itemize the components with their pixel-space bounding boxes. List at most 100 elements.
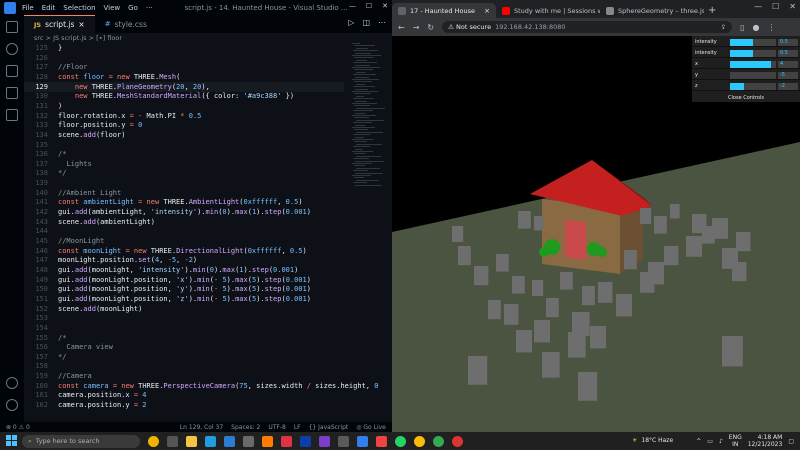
account-icon[interactable] bbox=[6, 377, 18, 389]
gui-slider[interactable] bbox=[730, 71, 776, 79]
code-line[interactable]: 136 /* bbox=[24, 149, 344, 159]
code-line[interactable]: 151 gui.add(moonLight.position, 'z').min(… bbox=[24, 294, 344, 304]
language-indicator[interactable]: ENG IN bbox=[729, 434, 742, 448]
store-icon[interactable] bbox=[243, 435, 254, 447]
gui-number-input[interactable]: -2 bbox=[778, 82, 798, 90]
minimize-icon[interactable]: — bbox=[754, 2, 762, 11]
reload-icon[interactable]: ↻ bbox=[427, 23, 434, 32]
code-line[interactable]: 135 bbox=[24, 140, 344, 150]
code-line[interactable]: 162 camera.position.y = 2 bbox=[24, 400, 344, 410]
weather-widget[interactable]: ☀ 18°C Haze bbox=[632, 437, 673, 444]
back-arrow-icon[interactable]: ← bbox=[398, 23, 405, 32]
mail-icon[interactable] bbox=[224, 435, 235, 447]
code-line[interactable]: 139 bbox=[24, 178, 344, 188]
share-icon[interactable]: ⇪ bbox=[721, 23, 726, 31]
code-line[interactable]: 128 const floor = new THREE.Mesh( bbox=[24, 72, 344, 82]
code-editor[interactable]: 125} 126 127//Floor 128 const floor = new TH… bbox=[24, 43, 378, 423]
search-icon[interactable] bbox=[6, 43, 18, 55]
whatsapp-icon[interactable] bbox=[395, 435, 406, 447]
profile-avatar-icon[interactable]: ● bbox=[753, 23, 760, 32]
tab-style-css[interactable]: # style.css bbox=[95, 15, 157, 33]
code-line[interactable]: 153 bbox=[24, 313, 344, 323]
menu-file[interactable]: File bbox=[22, 4, 34, 12]
chrome-alt-icon[interactable] bbox=[414, 435, 425, 447]
cursor-position[interactable]: Ln 129, Col 37 bbox=[180, 424, 223, 431]
cortana-icon[interactable] bbox=[148, 435, 159, 447]
gui-row-moon-x[interactable]: x 4 bbox=[692, 60, 800, 69]
browser-tab-haunted-house[interactable]: 17 - Haunted House × bbox=[392, 3, 496, 18]
code-line[interactable]: 130 new THREE.MeshStandardMaterial({ col… bbox=[24, 91, 344, 101]
gui-number-input[interactable]: 4 bbox=[778, 60, 798, 68]
code-line[interactable]: 140 //Ambient Light bbox=[24, 188, 344, 198]
run-icon[interactable]: ▷ bbox=[348, 18, 354, 27]
debug-gui-panel[interactable]: intensity 0.5 intensity 0.5 x 4 y -5 z -… bbox=[692, 36, 800, 102]
code-line[interactable]: 155 /* bbox=[24, 333, 344, 343]
breadcrumb[interactable]: src > JS script.js > [∙] floor bbox=[24, 33, 392, 43]
code-line[interactable]: 125} bbox=[24, 43, 344, 53]
network-icon[interactable]: ▭ bbox=[707, 438, 713, 445]
clock[interactable]: 4:18 AM 12/21/2023 bbox=[748, 434, 783, 448]
gui-row-moon-z[interactable]: z -2 bbox=[692, 82, 800, 91]
drop-icon[interactable] bbox=[452, 435, 463, 447]
code-line[interactable]: 158 bbox=[24, 361, 344, 371]
code-line[interactable]: 142 gui.add(ambientLight, 'intensity').mi… bbox=[24, 207, 344, 217]
file-explorer-icon[interactable] bbox=[186, 435, 197, 447]
start-button[interactable] bbox=[6, 435, 18, 447]
close-controls-button[interactable]: Close Controls bbox=[692, 94, 800, 102]
split-editor-icon[interactable]: ◫ bbox=[362, 18, 370, 27]
gui-number-input[interactable]: 0.5 bbox=[778, 49, 798, 57]
code-line[interactable]: 129 new THREE.PlaneGeometry(20, 20), bbox=[24, 81, 344, 92]
gui-number-input[interactable]: -5 bbox=[778, 71, 798, 79]
gui-slider[interactable] bbox=[730, 60, 776, 68]
explorer-icon[interactable] bbox=[6, 21, 18, 33]
code-line[interactable]: 148 gui.add(moonLight, 'intensity').min(0… bbox=[24, 265, 344, 275]
tray-expand-icon[interactable]: ^ bbox=[696, 438, 701, 445]
code-line[interactable]: 127 //Floor bbox=[24, 62, 344, 72]
language-mode[interactable]: {} JavaScript bbox=[309, 424, 349, 431]
taskbar-search-box[interactable]: ⌕ Type here to search bbox=[22, 434, 140, 448]
gui-row-moon-intensity[interactable]: intensity 0.5 bbox=[692, 49, 800, 58]
code-line[interactable]: 126 bbox=[24, 53, 344, 63]
source-control-icon[interactable] bbox=[6, 65, 18, 77]
code-line[interactable]: 160 const camera = new THREE.PerspectiveC… bbox=[24, 381, 378, 391]
address-bar[interactable]: ⚠ Not secure 192.168.42.138:8080 ⇪ bbox=[442, 21, 733, 33]
gui-slider[interactable] bbox=[730, 82, 776, 90]
indentation[interactable]: Spaces: 2 bbox=[231, 424, 260, 431]
more-actions-icon[interactable]: ⋯ bbox=[378, 18, 386, 27]
webgl-viewport[interactable]: intensity 0.5 intensity 0.5 x 4 y -5 z -… bbox=[392, 36, 800, 432]
code-line[interactable]: 147 moonLight.position.set(4, -5, -2) bbox=[24, 255, 344, 265]
notifications-icon[interactable]: ▢ bbox=[788, 438, 794, 445]
chrome-profile-icon[interactable] bbox=[433, 435, 444, 447]
go-live-button[interactable]: ◎ Go Live bbox=[356, 424, 386, 431]
gui-row-ambient-intensity[interactable]: intensity 0.5 bbox=[692, 38, 800, 47]
menu-selection[interactable]: Selection bbox=[63, 4, 95, 12]
code-line[interactable]: 143 scene.add(ambientLight) bbox=[24, 217, 344, 227]
line-ending[interactable]: LF bbox=[294, 424, 301, 431]
browser-tab-threejs-docs[interactable]: SphereGeometry – three.js docs × bbox=[600, 3, 704, 18]
maximize-icon[interactable]: ☐ bbox=[772, 2, 779, 11]
chrome-icon[interactable] bbox=[376, 435, 387, 447]
gui-row-moon-y[interactable]: y -5 bbox=[692, 71, 800, 80]
menu-view[interactable]: View bbox=[104, 4, 121, 12]
maximize-icon[interactable]: ☐ bbox=[366, 2, 372, 10]
sidebar-icon[interactable]: ▯ bbox=[740, 23, 744, 32]
code-line[interactable]: 138 */ bbox=[24, 168, 344, 178]
code-line[interactable]: 154 bbox=[24, 323, 344, 333]
gui-slider[interactable] bbox=[730, 38, 776, 46]
settings-gear-icon[interactable] bbox=[6, 399, 18, 411]
code-line[interactable]: 134 scene.add(floor) bbox=[24, 130, 344, 140]
code-line[interactable]: 133 floor.position.y = 0 bbox=[24, 120, 344, 130]
edge-icon[interactable] bbox=[205, 435, 216, 447]
minimap[interactable] bbox=[352, 43, 388, 193]
illustrator-icon[interactable] bbox=[262, 435, 273, 447]
volume-icon[interactable]: ♪ bbox=[719, 438, 723, 445]
code-line[interactable]: 152 scene.add(moonLight) bbox=[24, 304, 344, 314]
ai-icon[interactable] bbox=[281, 435, 292, 447]
extensions-icon[interactable] bbox=[6, 109, 18, 121]
code-line[interactable]: 149 gui.add(moonLight.position, 'x').min(… bbox=[24, 275, 344, 285]
new-tab-button[interactable]: + bbox=[708, 5, 716, 16]
code-line[interactable]: 144 bbox=[24, 226, 344, 236]
encoding[interactable]: UTF-8 bbox=[268, 424, 286, 431]
run-debug-icon[interactable] bbox=[6, 87, 18, 99]
code-line[interactable]: 159 //Camera bbox=[24, 371, 344, 381]
